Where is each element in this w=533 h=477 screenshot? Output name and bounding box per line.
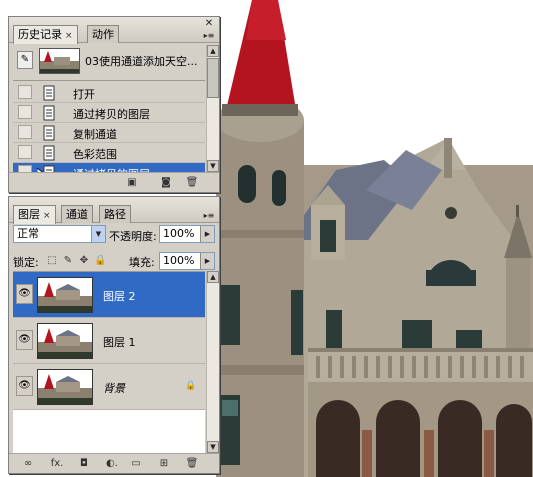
document-state-icon [43,125,55,141]
scroll-down-icon[interactable]: ▼ [207,160,219,172]
lock-all-icon[interactable]: 🔒 [94,255,106,267]
canvas-photo [216,0,533,477]
fill-value: 100% [163,254,195,267]
blend-mode-select[interactable]: 正常 ▼ [13,225,106,243]
snapshot-label: 03使用通道添加天空... [85,55,198,68]
history-snapshot[interactable]: ✎ 03使用通道添加天空... [13,45,205,81]
layer-row-layer-1[interactable]: 👁 图层 1 [13,318,205,364]
panel-close-icon[interactable]: ✕ [203,19,215,30]
delete-state-icon[interactable]: 🗑 [185,176,199,189]
fill-slider-arrow-icon[interactable]: ▶ [200,253,214,269]
document-state-icon [43,85,55,101]
layer-thumbnail [37,277,93,313]
scroll-down-icon[interactable]: ▼ [207,441,219,453]
layer-row-layer-2[interactable]: 👁 图层 2 [13,272,205,318]
tab-history[interactable]: 历史记录 × [13,25,78,44]
layer-thumbnail [37,369,93,405]
tab-paths-label: 路径 [104,208,126,221]
eye-icon[interactable]: 👁 [16,284,33,304]
scroll-thumb[interactable] [207,58,219,98]
history-tab-bar: 历史记录 × 动作 ✕ ▸≡ [9,17,219,44]
history-state[interactable]: 通过拷贝的图层 [13,103,205,123]
history-state-label: 通过拷贝的图层 [73,108,150,121]
scroll-up-icon[interactable]: ▲ [207,45,219,57]
history-state[interactable]: 打开 [13,83,205,103]
snapshot-thumbnail [39,48,80,74]
history-toolbar: ▣ ◙ 🗑 [9,172,219,192]
new-snapshot-icon[interactable]: ◙ [159,176,173,189]
tab-layers-label: 图层 [18,208,40,221]
history-brush-checkbox[interactable] [18,125,32,139]
blend-mode-value: 正常 [17,227,39,240]
history-panel: 历史记录 × 动作 ✕ ▸≡ ✎ 03使用通道添加天空... 打开 通过拷贝的图… [8,16,220,193]
history-state-label: 复制通道 [73,128,117,141]
link-layers-icon[interactable]: ∞ [21,457,35,470]
panel-menu-icon[interactable]: ▸≡ [202,31,216,41]
layer-name[interactable]: 背景 [103,380,125,396]
lock-label: 锁定: [13,256,39,269]
document-state-icon [43,105,55,121]
tab-channels[interactable]: 通道 [61,205,93,223]
history-brush-checkbox[interactable] [18,105,32,119]
history-state-label: 色彩范围 [73,148,117,161]
layer-row-background[interactable]: 👁 背景 🔒 [13,364,205,410]
layers-toolbar: ∞ fx. ◘ ◐. ▭ ⊞ 🗑 [9,453,219,473]
layer-style-icon[interactable]: fx. [47,457,67,470]
panel-menu-icon[interactable]: ▸≡ [202,211,216,221]
history-brush-source-icon[interactable]: ✎ [17,51,33,69]
layer-name[interactable]: 图层 1 [103,334,136,350]
history-state[interactable]: 复制通道 [13,123,205,143]
adjustment-layer-icon[interactable]: ◐. [103,457,121,470]
scroll-up-icon[interactable]: ▲ [207,271,219,283]
layer-list: 👁 图层 2 👁 图层 1 👁 背景 🔒 [13,271,205,453]
layer-name[interactable]: 图层 2 [103,288,136,304]
tab-history-label: 历史记录 [18,28,62,41]
history-state-list: 打开 通过拷贝的图层 复制通道 色彩范围 通过拷贝的图层 [13,83,205,183]
tab-layers[interactable]: 图层 × [13,205,56,224]
history-scrollbar[interactable]: ▲ ▼ [206,45,219,172]
opacity-label: 不透明度: [109,230,157,243]
layers-panel: 图层 × 通道 路径 ▸≡ 正常 ▼ 不透明度: 100% ▶ 锁定: ⬚ ✎ ✥… [8,196,220,474]
new-document-from-state-icon[interactable]: ▣ [125,176,139,189]
eye-icon[interactable]: 👁 [16,330,33,350]
history-state-label: 打开 [73,88,95,101]
layers-tab-bar: 图层 × 通道 路径 ▸≡ [9,197,219,224]
lock-icon: 🔒 [185,381,197,391]
tab-channels-label: 通道 [66,208,88,221]
lock-image-pixels-icon[interactable]: ✎ [62,255,74,267]
fill-field[interactable]: 100% ▶ [159,252,215,270]
new-layer-icon[interactable]: ⊞ [157,457,171,470]
close-tab-icon[interactable]: × [65,31,73,41]
opacity-slider-arrow-icon[interactable]: ▶ [200,226,214,242]
history-brush-checkbox[interactable] [18,85,32,99]
add-mask-icon[interactable]: ◘ [77,457,91,470]
document-state-icon [43,145,55,161]
history-brush-checkbox[interactable] [18,145,32,159]
layers-scrollbar[interactable]: ▲ ▼ [206,271,219,453]
tab-paths[interactable]: 路径 [99,205,131,223]
opacity-field[interactable]: 100% ▶ [159,225,215,243]
opacity-value: 100% [163,227,195,240]
fill-label: 填充: [129,256,155,269]
new-group-icon[interactable]: ▭ [129,457,143,470]
lock-position-icon[interactable]: ✥ [78,255,90,267]
eye-icon[interactable]: 👁 [16,376,33,396]
tab-actions-label: 动作 [92,28,114,41]
delete-layer-icon[interactable]: 🗑 [185,457,199,470]
close-tab-icon[interactable]: × [43,211,51,221]
lock-transparent-pixels-icon[interactable]: ⬚ [46,255,58,267]
chevron-down-icon[interactable]: ▼ [91,226,105,242]
layer-thumbnail [37,323,93,359]
tab-actions[interactable]: 动作 [87,25,119,43]
history-state[interactable]: 色彩范围 [13,143,205,163]
